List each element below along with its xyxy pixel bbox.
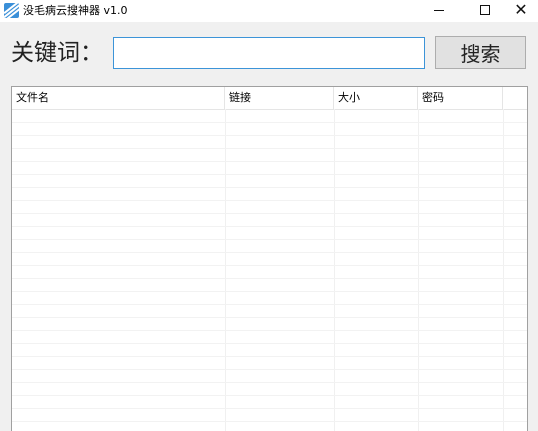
keyword-label: 关键词：	[11, 40, 103, 66]
close-button[interactable]: ✕	[504, 0, 538, 20]
window-title: 没毛病云搜神器 v1.0	[23, 4, 128, 17]
maximize-button[interactable]	[468, 0, 502, 20]
grid-row-divider	[12, 304, 527, 305]
search-button[interactable]: 搜索	[435, 36, 526, 69]
grid-row-divider	[12, 408, 527, 409]
app-logo-icon	[4, 3, 19, 18]
grid-row-divider	[12, 421, 527, 422]
grid-row-divider	[12, 161, 527, 162]
close-icon: ✕	[514, 0, 528, 19]
grid-row-divider	[12, 343, 527, 344]
grid-row-divider	[12, 278, 527, 279]
column-header-password[interactable]: 密码	[418, 87, 503, 109]
title-bar: 没毛病云搜神器 v1.0 ✕	[0, 0, 538, 22]
grid-row-divider	[12, 330, 527, 331]
grid-row-divider	[12, 122, 527, 123]
grid-row-divider	[12, 135, 527, 136]
column-header-filename[interactable]: 文件名	[12, 87, 225, 109]
grid-row-divider	[12, 382, 527, 383]
grid-row-divider	[12, 356, 527, 357]
grid-row-divider	[12, 291, 527, 292]
grid-row-divider	[12, 200, 527, 201]
grid-row-divider	[12, 265, 527, 266]
results-header: 文件名 链接 大小 密码	[12, 87, 527, 110]
grid-row-divider	[12, 252, 527, 253]
keyword-input[interactable]	[113, 37, 425, 69]
column-header-size[interactable]: 大小	[334, 87, 418, 109]
minimize-button[interactable]	[422, 0, 456, 20]
grid-row-divider	[12, 239, 527, 240]
grid-row-divider	[12, 148, 527, 149]
grid-row-divider	[12, 187, 527, 188]
grid-row-divider	[12, 369, 527, 370]
grid-row-divider	[12, 174, 527, 175]
grid-row-divider	[12, 226, 527, 227]
grid-row-divider	[12, 395, 527, 396]
maximize-icon	[480, 5, 490, 15]
grid-row-divider	[12, 213, 527, 214]
minimize-icon	[434, 9, 444, 11]
results-list[interactable]: 文件名 链接 大小 密码	[11, 86, 528, 431]
grid-row-divider	[12, 317, 527, 318]
column-header-link[interactable]: 链接	[225, 87, 334, 109]
